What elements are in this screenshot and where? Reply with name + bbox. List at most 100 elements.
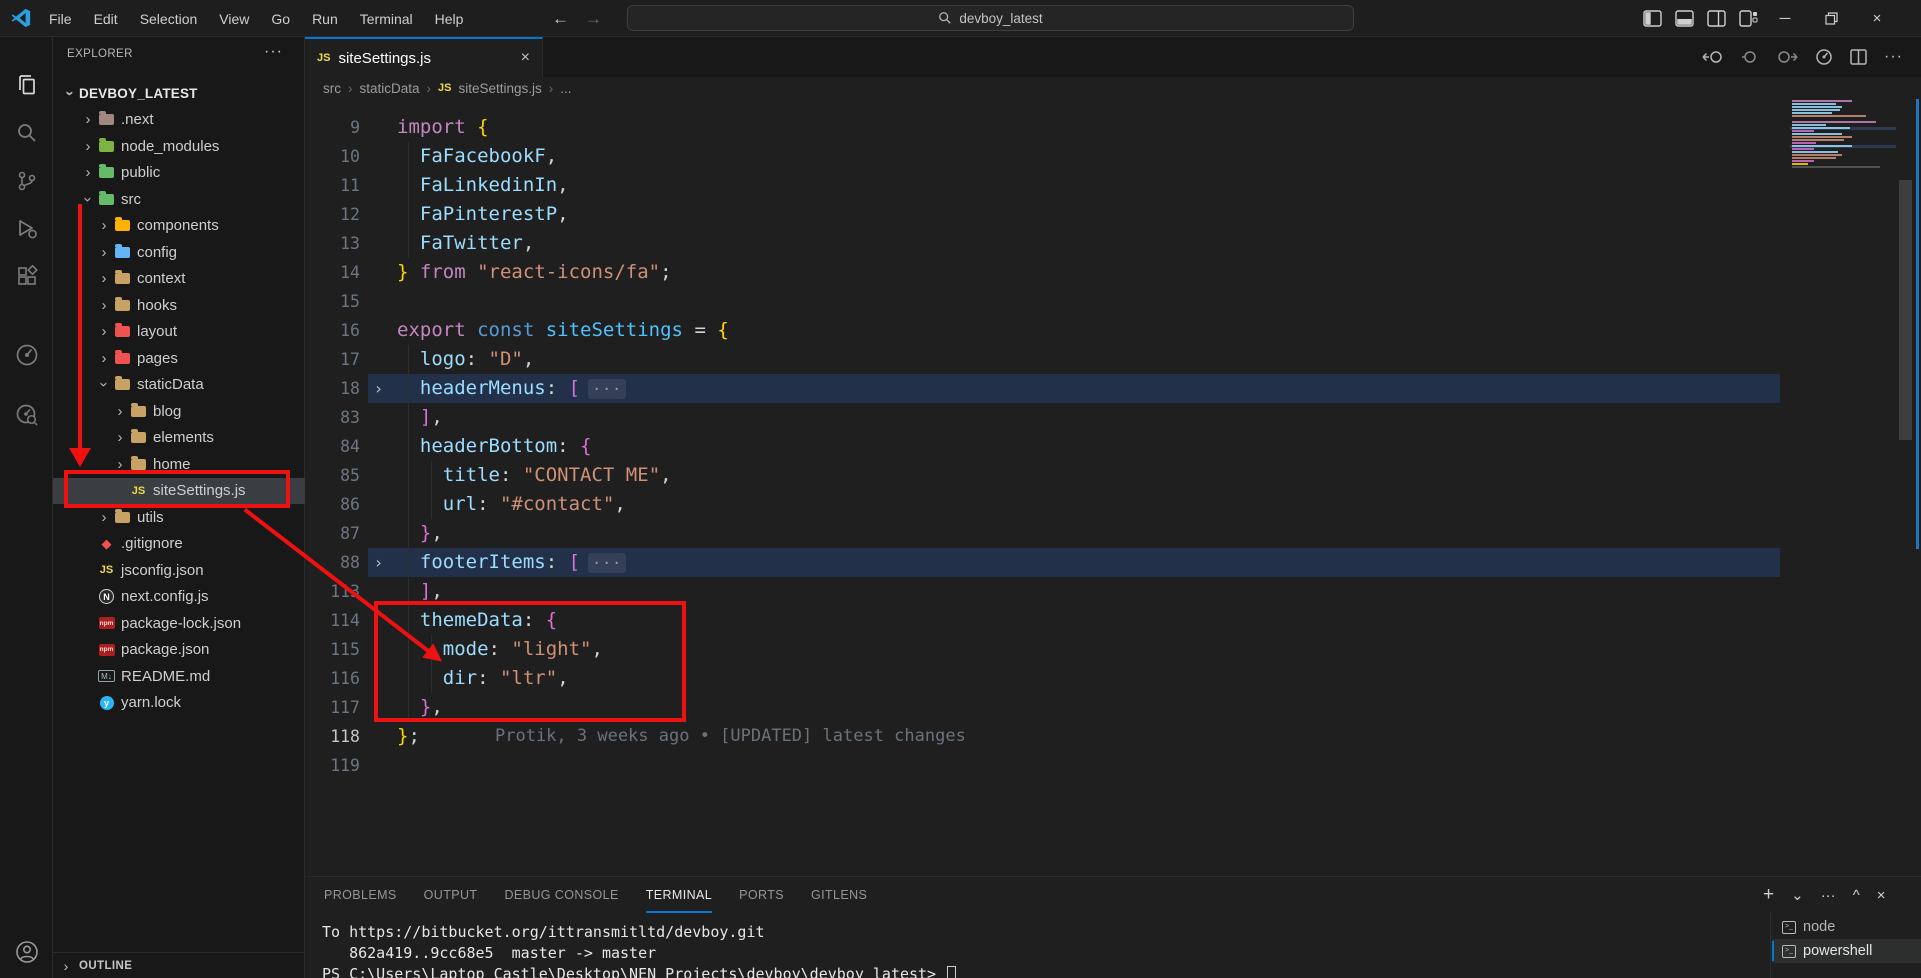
code-line[interactable]: 85 title: "CONTACT ME", [305,461,1921,490]
tree-folder-hooks[interactable]: ›hooks [53,292,305,319]
terminal-entry-node[interactable]: >_node [1772,915,1921,939]
close-window-button[interactable]: × [1854,0,1900,37]
code-line[interactable]: 86 url: "#contact", [305,490,1921,519]
code-line[interactable]: 118};Protik, 3 weeks ago • [UPDATED] lat… [305,722,1921,751]
command-center-search[interactable]: devboy_latest [627,5,1354,31]
more-actions-icon[interactable]: ··· [1884,48,1903,66]
code-line[interactable]: 15 [305,287,1921,316]
panel-tab-terminal[interactable]: TERMINAL [646,877,712,913]
source-control-icon[interactable] [0,159,53,203]
run-debug-icon[interactable] [0,207,53,251]
panel-tab-ports[interactable]: PORTS [739,877,784,913]
menu-file[interactable]: File [38,6,83,32]
new-terminal-icon[interactable]: + [1763,884,1774,906]
tree-folder-public[interactable]: ›public [53,160,305,187]
forward-arrow-icon[interactable]: → [585,9,602,29]
tree-file-package-json[interactable]: npmpackage.json [53,637,305,664]
code-line[interactable]: 16export const siteSettings = { [305,316,1921,345]
fold-chevron-icon[interactable]: › [360,374,397,403]
terminal-output[interactable]: To https://bitbucket.org/ittransmitltd/d… [322,922,956,978]
breadcrumb-item[interactable]: siteSettings.js [459,81,542,96]
toggle-secondary-sidebar-icon[interactable] [1707,10,1726,27]
terminal-entry-powershell[interactable]: >_powershell [1772,939,1921,963]
toggle-sidebar-icon[interactable] [1643,10,1662,27]
tree-file--gitignore[interactable]: ◆.gitignore [53,531,305,558]
code-line[interactable]: 83 ], [305,403,1921,432]
toggle-panel-icon[interactable] [1675,10,1694,27]
code-editor[interactable]: 9import {10 FaFacebookF,11 FaLinkedinIn,… [305,99,1921,876]
menu-selection[interactable]: Selection [129,6,209,32]
tree-folder-layout[interactable]: ›layout [53,319,305,346]
menu-terminal[interactable]: Terminal [349,6,424,32]
editor-scrollbar[interactable] [1899,180,1912,440]
menu-view[interactable]: View [208,6,260,32]
code-line[interactable]: 13 FaTwitter, [305,229,1921,258]
tree-folder-context[interactable]: ›context [53,266,305,293]
breadcrumb-item[interactable]: staticData [360,81,420,96]
close-panel-icon[interactable]: × [1877,887,1886,904]
open-changes-icon[interactable] [1702,49,1724,65]
menu-go[interactable]: Go [260,6,301,32]
outline-section[interactable]: › OUTLINE [53,952,305,978]
tree-root-folder[interactable]: › DEVBOY_LATEST [53,80,305,107]
previous-change-icon[interactable] [1741,49,1759,65]
search-sidebar-icon[interactable] [0,111,53,155]
tree-folder-components[interactable]: ›components [53,213,305,240]
code-line[interactable]: 119 [305,751,1921,780]
terminal-dropdown-icon[interactable]: ⌄ [1791,886,1804,904]
tree-file-jsconfig-json[interactable]: JSjsconfig.json [53,557,305,584]
code-line[interactable]: 88› footerItems: [··· [305,548,1921,577]
next-change-icon[interactable] [1776,49,1798,65]
tree-file-next-config-js[interactable]: Nnext.config.js [53,584,305,611]
panel-more-icon[interactable]: ··· [1821,887,1836,904]
tree-folder-src[interactable]: ›src [53,186,305,213]
line-number: 13 [305,229,360,258]
account-icon[interactable] [0,930,53,974]
panel-tab-problems[interactable]: PROBLEMS [324,877,397,913]
code-line[interactable]: 84 headerBottom: { [305,432,1921,461]
gitlens-annotation-icon[interactable] [1815,48,1833,66]
tree-file-readme-md[interactable]: M↓README.md [53,663,305,690]
gitlens-inspect-icon[interactable] [0,393,53,437]
explorer-icon[interactable] [0,63,53,107]
code-line[interactable]: 18› headerMenus: [··· [305,374,1921,403]
tree-folder-staticdata[interactable]: ›staticData [53,372,305,399]
tree-file-package-lock-json[interactable]: npmpackage-lock.json [53,610,305,637]
tree-folder--next[interactable]: ›.next [53,107,305,134]
tab-sitesettings[interactable]: JS siteSettings.js × [305,37,543,77]
menu-help[interactable]: Help [424,6,475,32]
code-line[interactable]: 11 FaLinkedinIn, [305,171,1921,200]
fold-chevron-icon[interactable]: › [360,548,397,577]
minimap[interactable] [1790,100,1898,172]
maximize-panel-icon[interactable]: ^ [1853,887,1860,904]
menu-edit[interactable]: Edit [83,6,129,32]
close-tab-icon[interactable]: × [521,49,530,67]
back-arrow-icon[interactable]: ← [552,9,569,29]
restore-button[interactable] [1808,0,1854,37]
explorer-actions-icon[interactable]: ··· [264,43,283,61]
tree-folder-pages[interactable]: ›pages [53,345,305,372]
panel-tab-output[interactable]: OUTPUT [424,877,478,913]
code-line[interactable]: 10 FaFacebookF, [305,142,1921,171]
tree-folder-config[interactable]: ›config [53,239,305,266]
tree-folder-blog[interactable]: ›blog [53,398,305,425]
gitlens-icon[interactable] [0,333,53,377]
minimize-button[interactable]: ─ [1762,0,1808,37]
code-line[interactable]: 9import { [305,113,1921,142]
tree-item-label: yarn.lock [121,694,181,711]
split-editor-icon[interactable] [1850,49,1867,65]
code-line[interactable]: 87 }, [305,519,1921,548]
panel-tab-debug-console[interactable]: DEBUG CONSOLE [504,877,618,913]
tree-file-yarn-lock[interactable]: yyarn.lock [53,690,305,717]
code-line[interactable]: 17 logo: "D", [305,345,1921,374]
menu-run[interactable]: Run [301,6,349,32]
panel-tab-gitlens[interactable]: GITLENS [811,877,867,913]
breadcrumb-item[interactable]: ... [560,81,571,96]
tree-folder-node-modules[interactable]: ›node_modules [53,133,305,160]
customize-layout-icon[interactable] [1739,10,1758,27]
code-line[interactable]: 14} from "react-icons/fa"; [305,258,1921,287]
breadcrumb-item[interactable]: src [323,81,341,96]
extensions-icon[interactable] [0,255,53,299]
file-icon: JS [97,562,116,578]
code-line[interactable]: 12 FaPinterestP, [305,200,1921,229]
